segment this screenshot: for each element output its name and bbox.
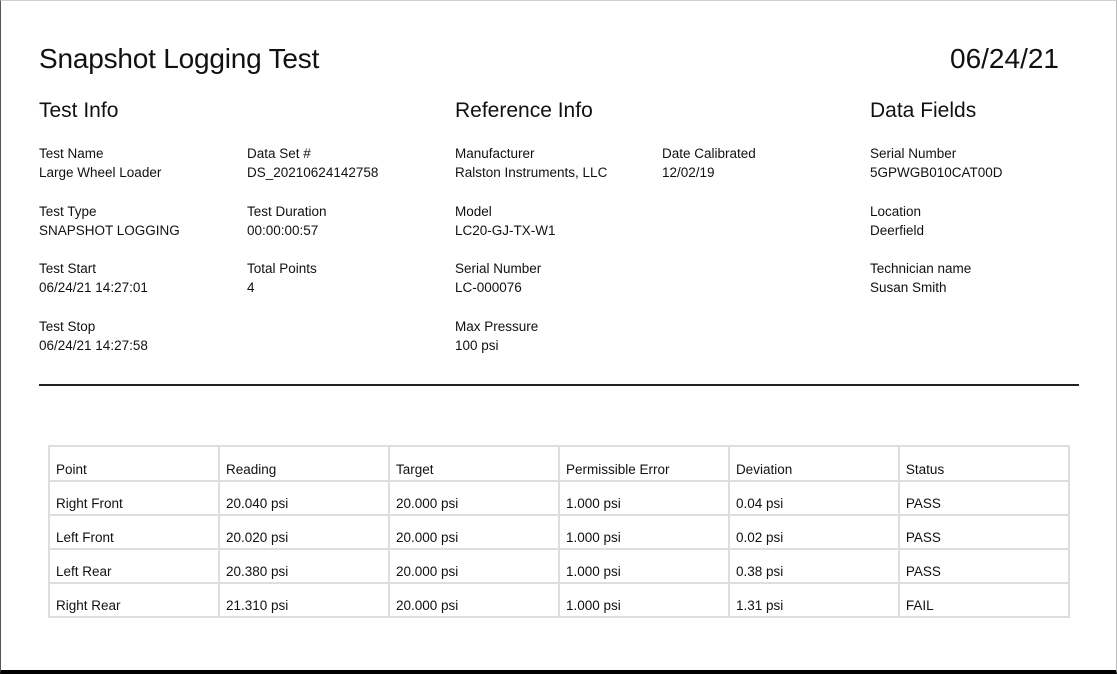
field-serial-number: Serial Number 5GPWGB010CAT00D bbox=[870, 144, 1003, 182]
field-value: 06/24/21 14:27:01 bbox=[39, 280, 148, 295]
table-row: Right Front 20.040 psi 20.000 psi 1.000 … bbox=[48, 480, 1071, 516]
cell-deviation: 0.02 psi bbox=[727, 514, 900, 550]
cell-reading: 20.380 psi bbox=[217, 548, 390, 584]
cell-permissible-error: 1.000 psi bbox=[557, 514, 730, 550]
field-label: Model bbox=[455, 204, 492, 219]
report-date: 06/24/21 bbox=[950, 43, 1059, 74]
test-info-heading: Test Info bbox=[39, 99, 119, 122]
table-header-row: Point Reading Target Permissible Error D… bbox=[48, 445, 1071, 482]
field-date-calibrated: Date Calibrated 12/02/19 bbox=[662, 144, 756, 182]
table-row: Left Rear 20.380 psi 20.000 psi 1.000 ps… bbox=[48, 548, 1071, 584]
cell-point: Left Rear bbox=[48, 548, 220, 584]
field-technician-name: Technician name Susan Smith bbox=[870, 259, 971, 297]
column-header-deviation: Deviation bbox=[727, 445, 900, 482]
cell-status: PASS bbox=[897, 548, 1071, 584]
field-test-type: Test Type SNAPSHOT LOGGING bbox=[39, 202, 180, 240]
cell-deviation: 0.38 psi bbox=[727, 548, 900, 584]
field-value: 5GPWGB010CAT00D bbox=[870, 165, 1003, 180]
field-value: 06/24/21 14:27:58 bbox=[39, 338, 148, 353]
field-value: Susan Smith bbox=[870, 280, 947, 295]
section-divider bbox=[39, 384, 1079, 386]
field-label: Test Stop bbox=[39, 319, 96, 334]
field-label: Test Type bbox=[39, 204, 97, 219]
cell-point: Left Front bbox=[48, 514, 220, 550]
field-max-pressure: Max Pressure 100 psi bbox=[455, 317, 538, 355]
cell-target: 20.000 psi bbox=[387, 548, 560, 584]
column-header-reading: Reading bbox=[217, 445, 390, 482]
cell-permissible-error: 1.000 psi bbox=[557, 582, 730, 618]
field-label: Location bbox=[870, 204, 922, 219]
field-label: Technician name bbox=[870, 261, 972, 276]
field-value: Large Wheel Loader bbox=[39, 165, 162, 180]
field-label: Serial Number bbox=[870, 146, 957, 161]
column-header-status: Status bbox=[897, 445, 1071, 482]
results-table: Point Reading Target Permissible Error D… bbox=[48, 445, 1071, 618]
cell-permissible-error: 1.000 psi bbox=[557, 480, 730, 516]
field-value: Deerfield bbox=[870, 223, 925, 238]
cell-point: Right Rear bbox=[48, 582, 220, 618]
field-value: LC-000076 bbox=[455, 280, 522, 295]
field-data-set: Data Set # DS_20210624142758 bbox=[247, 144, 378, 182]
field-label: Date Calibrated bbox=[662, 146, 756, 161]
cell-reading: 20.020 psi bbox=[217, 514, 390, 550]
field-label: Total Points bbox=[247, 261, 317, 276]
field-value: 4 bbox=[247, 280, 255, 295]
field-model: Model LC20-GJ-TX-W1 bbox=[455, 202, 556, 240]
cell-target: 20.000 psi bbox=[387, 582, 560, 618]
cell-deviation: 0.04 psi bbox=[727, 480, 900, 516]
report-page: Snapshot Logging Test 06/24/21 Test Info… bbox=[0, 0, 1117, 674]
report-title: Snapshot Logging Test bbox=[39, 43, 320, 74]
reference-info-heading: Reference Info bbox=[455, 99, 593, 122]
cell-deviation: 1.31 psi bbox=[727, 582, 900, 618]
cell-status: PASS bbox=[897, 514, 1071, 550]
cell-target: 20.000 psi bbox=[387, 514, 560, 550]
cell-point: Right Front bbox=[48, 480, 220, 516]
cell-reading: 21.310 psi bbox=[217, 582, 390, 618]
column-header-point: Point bbox=[48, 445, 220, 482]
field-value: Ralston Instruments, LLC bbox=[455, 165, 608, 180]
field-label: Manufacturer bbox=[455, 146, 535, 161]
column-header-target: Target bbox=[387, 445, 560, 482]
field-label: Test Duration bbox=[247, 204, 327, 219]
field-test-start: Test Start 06/24/21 14:27:01 bbox=[39, 259, 148, 297]
cell-permissible-error: 1.000 psi bbox=[557, 548, 730, 584]
field-test-stop: Test Stop 06/24/21 14:27:58 bbox=[39, 317, 148, 355]
field-value: 100 psi bbox=[455, 338, 499, 353]
cell-target: 20.000 psi bbox=[387, 480, 560, 516]
field-location: Location Deerfield bbox=[870, 202, 924, 240]
field-value: LC20-GJ-TX-W1 bbox=[455, 223, 556, 238]
field-test-duration: Test Duration 00:00:00:57 bbox=[247, 202, 327, 240]
field-total-points: Total Points 4 bbox=[247, 259, 317, 297]
field-label: Test Name bbox=[39, 146, 104, 161]
table-row: Left Front 20.020 psi 20.000 psi 1.000 p… bbox=[48, 514, 1071, 550]
field-label: Serial Number bbox=[455, 261, 542, 276]
field-label: Test Start bbox=[39, 261, 97, 276]
results-table-container: Point Reading Target Permissible Error D… bbox=[48, 445, 1071, 618]
column-header-permissible-error: Permissible Error bbox=[557, 445, 730, 482]
field-value: SNAPSHOT LOGGING bbox=[39, 223, 180, 238]
field-value: 12/02/19 bbox=[662, 165, 715, 180]
field-manufacturer: Manufacturer Ralston Instruments, LLC bbox=[455, 144, 607, 182]
cell-status: FAIL bbox=[897, 582, 1071, 618]
data-fields-heading: Data Fields bbox=[870, 99, 977, 122]
field-value: DS_20210624142758 bbox=[247, 165, 379, 180]
field-value: 00:00:00:57 bbox=[247, 223, 319, 238]
field-label: Data Set # bbox=[247, 146, 311, 161]
field-test-name: Test Name Large Wheel Loader bbox=[39, 144, 161, 182]
cell-status: PASS bbox=[897, 480, 1071, 516]
cell-reading: 20.040 psi bbox=[217, 480, 390, 516]
field-label: Max Pressure bbox=[455, 319, 539, 334]
table-row: Right Rear 21.310 psi 20.000 psi 1.000 p… bbox=[48, 582, 1071, 618]
field-ref-serial-number: Serial Number LC-000076 bbox=[455, 259, 541, 297]
